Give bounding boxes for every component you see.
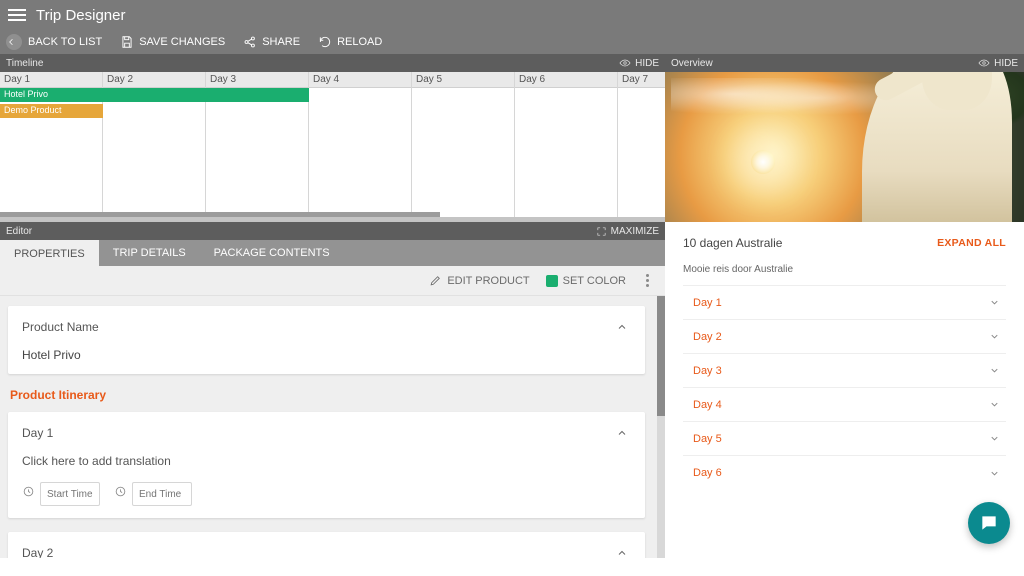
timeline-day-header: Day 1 (0, 72, 102, 88)
overview-day-item[interactable]: Day 5 (683, 422, 1006, 456)
start-time-input[interactable] (40, 482, 100, 506)
expand-all-button[interactable]: EXPAND ALL (937, 237, 1006, 249)
trip-overview-subtitle: Mooie reis door Australie (683, 264, 1006, 275)
reload-label: RELOAD (337, 36, 382, 48)
timeline-day-header: Day 6 (515, 72, 617, 88)
save-label: SAVE CHANGES (139, 36, 225, 48)
editor-title: Editor (6, 226, 32, 237)
overview-day-label: Day 5 (693, 433, 722, 445)
overview-day-label: Day 2 (693, 331, 722, 343)
chevron-down-icon (989, 399, 1000, 410)
overview-hero-image (665, 72, 1024, 222)
edit-product-label: EDIT PRODUCT (447, 275, 529, 287)
timeline-item-demo[interactable]: Demo Product (0, 104, 103, 118)
pencil-icon (429, 274, 442, 287)
overview-day-item[interactable]: Day 1 (683, 286, 1006, 320)
share-label: SHARE (262, 36, 300, 48)
chevron-down-icon (989, 468, 1000, 479)
set-color-button[interactable]: SET COLOR (546, 275, 626, 287)
collapse-button[interactable] (613, 544, 631, 558)
overview-hide-button[interactable]: HIDE (978, 57, 1018, 69)
itinerary-day2-label: Day 2 (22, 546, 53, 558)
trip-overview-title: 10 dagen Australie (683, 236, 782, 250)
overview-day-label: Day 4 (693, 399, 722, 411)
timeline-item-hotel[interactable]: Hotel Privo (0, 88, 309, 102)
chat-icon (979, 513, 999, 533)
chevron-up-icon (616, 547, 628, 558)
product-itinerary-heading: Product Itinerary (10, 388, 657, 402)
chevron-up-icon (616, 321, 628, 333)
edit-product-button[interactable]: EDIT PRODUCT (429, 274, 529, 287)
timeline-day-column[interactable]: Day 1 Hotel Privo Demo Product (0, 72, 103, 217)
timeline-day-column[interactable]: Day 4 (309, 72, 412, 217)
save-changes-button[interactable]: SAVE CHANGES (120, 35, 225, 49)
timeline-day-header: Day 3 (206, 72, 308, 88)
editor-maximize-button[interactable]: MAXIMIZE (596, 226, 659, 237)
eye-icon (978, 57, 990, 69)
chevron-down-icon (989, 433, 1000, 444)
translation-placeholder[interactable]: Click here to add translation (22, 454, 631, 468)
share-button[interactable]: SHARE (243, 35, 300, 49)
collapse-button[interactable] (613, 424, 631, 442)
back-to-list-button[interactable]: BACK TO LIST (6, 34, 102, 50)
reload-button[interactable]: RELOAD (318, 35, 382, 49)
tab-properties[interactable]: PROPERTIES (0, 240, 99, 266)
timeline-day-column[interactable]: Day 6 (515, 72, 618, 217)
overview-title: Overview (671, 58, 713, 69)
timeline-day-column[interactable]: Day 5 (412, 72, 515, 217)
overview-day-label: Day 6 (693, 467, 722, 479)
end-time-input[interactable] (132, 482, 192, 506)
itinerary-day1-label: Day 1 (22, 426, 53, 440)
chevron-down-icon (989, 331, 1000, 342)
tab-trip-details[interactable]: TRIP DETAILS (99, 240, 200, 266)
chevron-up-icon (616, 427, 628, 439)
timeline-day-header: Day 2 (103, 72, 205, 88)
timeline-day-header: Day 5 (412, 72, 514, 88)
maximize-label: MAXIMIZE (611, 226, 659, 237)
product-name-label: Product Name (22, 320, 99, 334)
overview-day-label: Day 1 (693, 297, 722, 309)
editor-vertical-scrollbar[interactable] (657, 296, 665, 558)
timeline-day-header: Day 7 (618, 72, 665, 88)
save-icon (120, 35, 134, 49)
clock-icon (22, 485, 35, 503)
set-color-label: SET COLOR (563, 275, 626, 287)
color-swatch-icon (546, 275, 558, 287)
overview-day-label: Day 3 (693, 365, 722, 377)
share-icon (243, 35, 257, 49)
app-title: Trip Designer (36, 7, 125, 24)
more-menu-button[interactable] (642, 274, 653, 287)
arrow-left-icon (6, 34, 22, 50)
product-name-value[interactable]: Hotel Privo (22, 348, 631, 362)
back-label: BACK TO LIST (28, 36, 102, 48)
timeline-title: Timeline (6, 58, 43, 69)
clock-icon (114, 485, 127, 503)
reload-icon (318, 35, 332, 49)
tab-package-contents[interactable]: PACKAGE CONTENTS (200, 240, 344, 266)
timeline-day-column[interactable]: Day 7 (618, 72, 665, 217)
eye-icon (619, 57, 631, 69)
hide-label: HIDE (635, 58, 659, 69)
collapse-button[interactable] (613, 318, 631, 336)
overview-day-item[interactable]: Day 3 (683, 354, 1006, 388)
hide-label: HIDE (994, 58, 1018, 69)
overview-day-item[interactable]: Day 4 (683, 388, 1006, 422)
overview-day-item[interactable]: Day 6 (683, 456, 1006, 490)
menu-icon[interactable] (8, 9, 26, 21)
chevron-down-icon (989, 365, 1000, 376)
timeline-day-header: Day 4 (309, 72, 411, 88)
timeline-horizontal-scrollbar[interactable] (0, 212, 440, 217)
timeline-hide-button[interactable]: HIDE (619, 57, 659, 69)
chat-support-button[interactable] (968, 502, 1010, 544)
overview-day-item[interactable]: Day 2 (683, 320, 1006, 354)
maximize-icon (596, 226, 607, 237)
chevron-down-icon (989, 297, 1000, 308)
